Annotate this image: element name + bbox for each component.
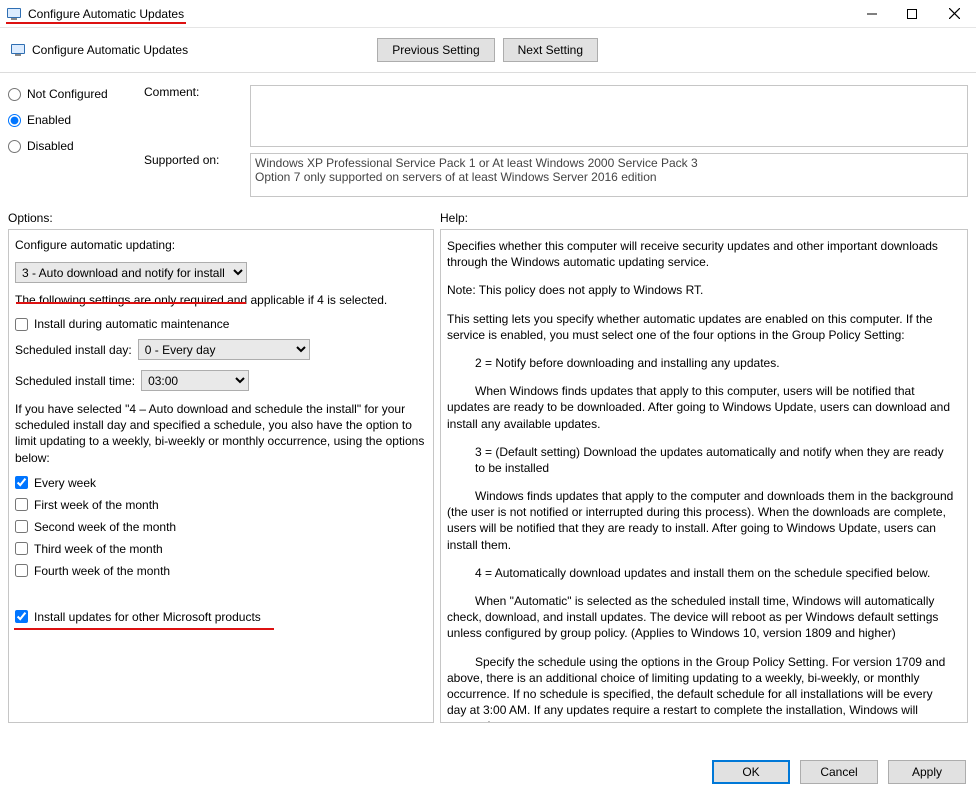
help-paragraph: 3 = (Default setting) Download the updat…	[447, 444, 955, 476]
radio-disabled[interactable]: Disabled	[8, 139, 138, 153]
cancel-button[interactable]: Cancel	[800, 760, 878, 784]
checkbox-label: Install updates for other Microsoft prod…	[34, 610, 261, 624]
checkbox-label: First week of the month	[34, 498, 159, 512]
help-panel[interactable]: Specifies whether this computer will rec…	[440, 229, 968, 723]
scheduled-day-label: Scheduled install day:	[15, 343, 132, 357]
scheduled-day-select[interactable]: 0 - Every day	[138, 339, 310, 360]
radio-label: Disabled	[27, 139, 74, 153]
help-paragraph: 4 = Automatically download updates and i…	[447, 565, 955, 581]
help-paragraph: Note: This policy does not apply to Wind…	[447, 282, 955, 298]
checkbox-second-week[interactable]: Second week of the month	[15, 520, 427, 534]
radio-enabled[interactable]: Enabled	[8, 113, 138, 127]
help-paragraph: When "Automatic" is selected as the sche…	[447, 593, 955, 642]
scheduled-time-label: Scheduled install time:	[15, 374, 135, 388]
help-paragraph: Windows finds updates that apply to the …	[447, 488, 955, 553]
scheduled-time-select[interactable]: 03:00	[141, 370, 249, 391]
checkbox-label: Third week of the month	[34, 542, 163, 556]
highlight-line	[16, 302, 246, 304]
previous-setting-button[interactable]: Previous Setting	[377, 38, 494, 62]
minimize-button[interactable]	[852, 0, 892, 27]
next-setting-button[interactable]: Next Setting	[503, 38, 598, 62]
checkbox-label: Fourth week of the month	[34, 564, 170, 578]
radio-not-configured[interactable]: Not Configured	[8, 87, 138, 101]
checkbox-label: Every week	[34, 476, 96, 490]
window-title: Configure Automatic Updates	[28, 7, 184, 21]
checkbox-fourth-week[interactable]: Fourth week of the month	[15, 564, 427, 578]
checkbox-every-week[interactable]: Every week	[15, 476, 427, 490]
action-bar: OK Cancel Apply	[712, 760, 966, 784]
checkbox-third-week[interactable]: Third week of the month	[15, 542, 427, 556]
header: Configure Automatic Updates Previous Set…	[0, 28, 976, 68]
help-paragraph: When Windows finds updates that apply to…	[447, 383, 955, 432]
configure-updating-label: Configure automatic updating:	[15, 238, 427, 252]
configure-updating-select[interactable]: 3 - Auto download and notify for install	[15, 262, 247, 283]
highlight-line	[6, 22, 186, 24]
options-label: Options:	[8, 211, 440, 225]
apply-button[interactable]: Apply	[888, 760, 966, 784]
comment-textarea[interactable]	[250, 85, 968, 147]
policy-icon	[10, 42, 26, 58]
close-button[interactable]	[932, 0, 976, 27]
checkbox-install-maintenance[interactable]: Install during automatic maintenance	[15, 317, 427, 331]
app-icon	[6, 6, 22, 22]
radio-label: Not Configured	[27, 87, 108, 101]
ok-button[interactable]: OK	[712, 760, 790, 784]
schedule-note: If you have selected "4 – Auto download …	[15, 401, 427, 466]
checkbox-first-week[interactable]: First week of the month	[15, 498, 427, 512]
policy-title: Configure Automatic Updates	[32, 43, 188, 57]
checkbox-label: Second week of the month	[34, 520, 176, 534]
highlight-line	[14, 628, 274, 630]
supported-on-text	[250, 153, 968, 197]
checkbox-label: Install during automatic maintenance	[34, 317, 229, 331]
help-paragraph: This setting lets you specify whether au…	[447, 311, 955, 343]
options-note-if4: The following settings are only required…	[15, 293, 427, 307]
comment-label: Comment:	[144, 85, 244, 147]
help-label: Help:	[440, 211, 968, 225]
maximize-button[interactable]	[892, 0, 932, 27]
radio-label: Enabled	[27, 113, 71, 127]
help-paragraph: Specifies whether this computer will rec…	[447, 238, 955, 270]
supported-on-label: Supported on:	[144, 153, 244, 167]
checkbox-other-ms-products[interactable]: Install updates for other Microsoft prod…	[15, 610, 427, 624]
help-paragraph: 2 = Notify before downloading and instal…	[447, 355, 955, 371]
help-paragraph: Specify the schedule using the options i…	[447, 654, 955, 723]
